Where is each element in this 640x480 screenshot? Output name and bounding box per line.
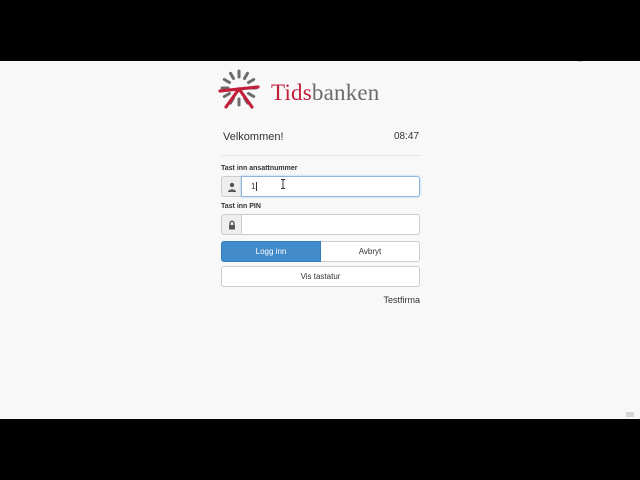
user-icon (228, 182, 236, 192)
brand-name-accent: Tids (271, 80, 312, 105)
clock-time: 08:47 (394, 131, 420, 142)
edge-mark (626, 412, 634, 417)
employee-number-value: 1 (251, 182, 256, 191)
header-divider (221, 155, 420, 156)
login-button[interactable]: Logg inn (221, 241, 321, 262)
tidsbanken-logo: Tidsbanken (218, 69, 388, 111)
welcome-text: Velkommen! (223, 131, 284, 143)
clock-burst-logo-icon (218, 69, 260, 109)
action-buttons: Logg inn Avbryt (221, 241, 420, 262)
employee-number-label: Tast inn ansattnummer (221, 165, 298, 172)
i-beam-cursor-icon (281, 179, 285, 189)
employee-number-group: 1 (221, 176, 420, 197)
employee-number-input[interactable]: 1 (241, 176, 420, 197)
edge-mark (578, 61, 582, 62)
pin-input[interactable] (241, 214, 420, 235)
cancel-button[interactable]: Avbryt (321, 241, 420, 262)
brand-name: Tidsbanken (271, 81, 380, 104)
pin-addon (221, 214, 241, 235)
lock-icon (229, 220, 235, 230)
show-keyboard-button[interactable]: Vis tastatur (221, 266, 420, 287)
employee-number-addon (221, 176, 241, 197)
pin-group (221, 214, 420, 235)
pin-label: Tast inn PIN (221, 203, 261, 210)
company-name: Testfirma (383, 295, 420, 305)
text-caret (256, 182, 258, 192)
app-window: Tidsbanken Velkommen! 08:47 Tast inn ans… (0, 61, 640, 419)
brand-name-rest: banken (311, 80, 380, 105)
